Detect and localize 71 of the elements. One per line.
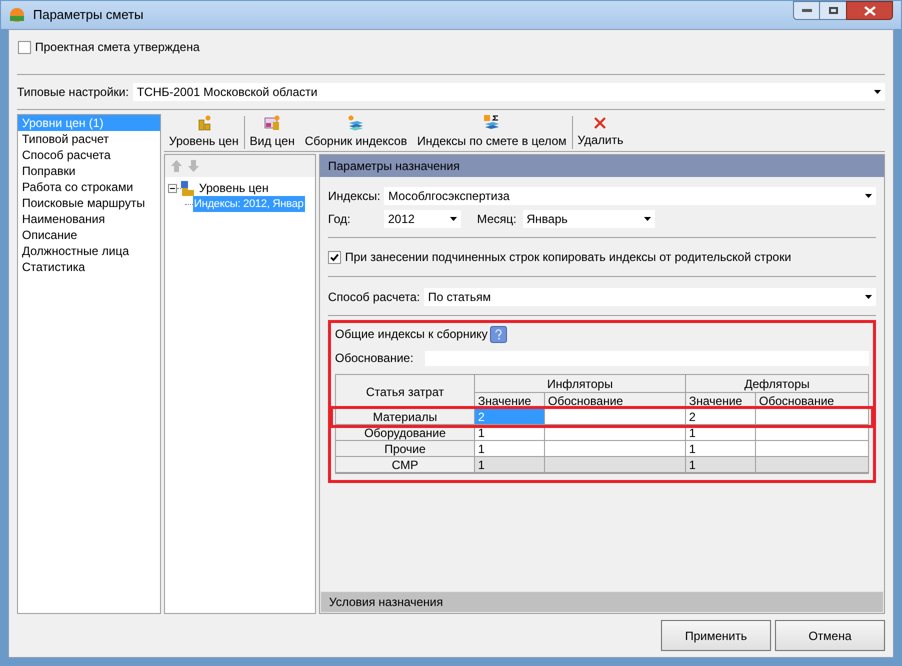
sidebar-item[interactable]: Поисковые маршруты bbox=[18, 195, 160, 211]
table-cell[interactable] bbox=[545, 457, 686, 473]
field-label: Обоснование: bbox=[335, 350, 414, 367]
toolbar-button[interactable]: Сборник индексов bbox=[300, 114, 412, 151]
table-cell[interactable]: 1 bbox=[686, 441, 756, 457]
dropdown[interactable]: Январь bbox=[522, 210, 655, 228]
dropdown-arrow-icon bbox=[644, 217, 651, 221]
tree-node[interactable]: Уровень цен bbox=[198, 179, 270, 197]
maximize-button[interactable] bbox=[820, 1, 846, 20]
delete-icon bbox=[593, 116, 608, 130]
row-header: Материалы bbox=[336, 409, 475, 425]
checkbox-label: При занесении подчиненных строк копировать индексы от родительской строки bbox=[345, 249, 792, 266]
window-title: Параметры сметы bbox=[33, 6, 144, 24]
table-cell[interactable] bbox=[545, 441, 686, 457]
sidebar-item[interactable]: Статистика bbox=[18, 259, 160, 275]
field-label: Месяц: bbox=[477, 211, 517, 228]
group-title: Общие индексы к сборнику bbox=[335, 326, 488, 343]
close-icon bbox=[864, 6, 876, 16]
toolbar-button[interactable]: Индексы по смете в целом bbox=[412, 114, 572, 151]
help-icon[interactable] bbox=[490, 326, 507, 342]
toolbar-button[interactable]: Уровень цен bbox=[164, 114, 244, 151]
row-header: СМР bbox=[336, 457, 475, 473]
sidebar-item[interactable]: Поправки bbox=[18, 163, 160, 179]
minimize-button[interactable] bbox=[793, 1, 820, 20]
dropdown-arrow-icon bbox=[865, 194, 872, 198]
close-button[interactable] bbox=[846, 1, 893, 20]
checkbox[interactable] bbox=[18, 40, 31, 54]
table-cell[interactable]: 1 bbox=[686, 457, 756, 473]
dialog-button[interactable]: Отмена bbox=[775, 620, 885, 651]
dropdown[interactable]: ТСНБ-2001 Московской области bbox=[132, 83, 885, 101]
checkbox[interactable] bbox=[328, 250, 341, 264]
sidebar-item[interactable]: Наименования bbox=[18, 211, 160, 227]
dialog-button[interactable]: Применить bbox=[661, 620, 771, 651]
coins-icon bbox=[196, 115, 212, 131]
table-cell[interactable]: 2 bbox=[686, 409, 756, 425]
price-list-icon bbox=[263, 115, 282, 131]
table-cell[interactable]: 1 bbox=[475, 457, 545, 473]
sidebar-item[interactable]: Типовой расчет bbox=[18, 131, 160, 147]
field-label: Индексы: bbox=[328, 188, 380, 205]
dropdown[interactable]: 2012 bbox=[384, 210, 461, 228]
sidebar-item[interactable]: Должностные лица bbox=[18, 243, 160, 259]
table-cell[interactable]: 1 bbox=[475, 441, 545, 457]
field-label: Способ расчета: bbox=[328, 289, 420, 306]
table-cell[interactable] bbox=[545, 409, 686, 425]
checkbox-label: Проектная смета утверждена bbox=[35, 39, 200, 56]
column-header: Инфляторы bbox=[475, 375, 686, 393]
toolbar-button[interactable]: Удалить bbox=[572, 114, 628, 151]
app-logo-icon bbox=[9, 7, 25, 23]
collapse-icon[interactable] bbox=[168, 184, 177, 192]
row-header: Прочие bbox=[336, 441, 475, 457]
books-sum-icon bbox=[482, 115, 501, 131]
field-label: Год: bbox=[328, 211, 352, 228]
sidebar-item[interactable]: Способ расчета bbox=[18, 147, 160, 163]
dropdown-arrow-icon bbox=[450, 217, 457, 221]
column-header: Статья затрат bbox=[336, 375, 475, 409]
dropdown-arrow-icon bbox=[865, 295, 872, 299]
dropdown-arrow-icon bbox=[874, 90, 881, 94]
price-level-icon bbox=[181, 180, 195, 196]
books-icon bbox=[346, 115, 365, 131]
section-header: Параметры назначения bbox=[320, 155, 884, 177]
sidebar-item[interactable]: Описание bbox=[18, 227, 160, 243]
table-cell[interactable] bbox=[756, 457, 868, 473]
dropdown[interactable]: По статьям bbox=[424, 288, 876, 306]
toolbar-button[interactable]: Вид цен bbox=[244, 114, 300, 151]
down-arrow-icon[interactable] bbox=[188, 160, 199, 172]
section-header[interactable]: Условия назначения bbox=[320, 591, 884, 613]
column-header: Дефляторы bbox=[686, 375, 868, 393]
up-arrow-icon[interactable] bbox=[171, 160, 182, 172]
dropdown[interactable]: Мособлгосэкспертиза bbox=[384, 187, 876, 205]
field-label: Типовые настройки: bbox=[17, 84, 129, 101]
sidebar-item[interactable]: Работа со строками bbox=[18, 179, 160, 195]
